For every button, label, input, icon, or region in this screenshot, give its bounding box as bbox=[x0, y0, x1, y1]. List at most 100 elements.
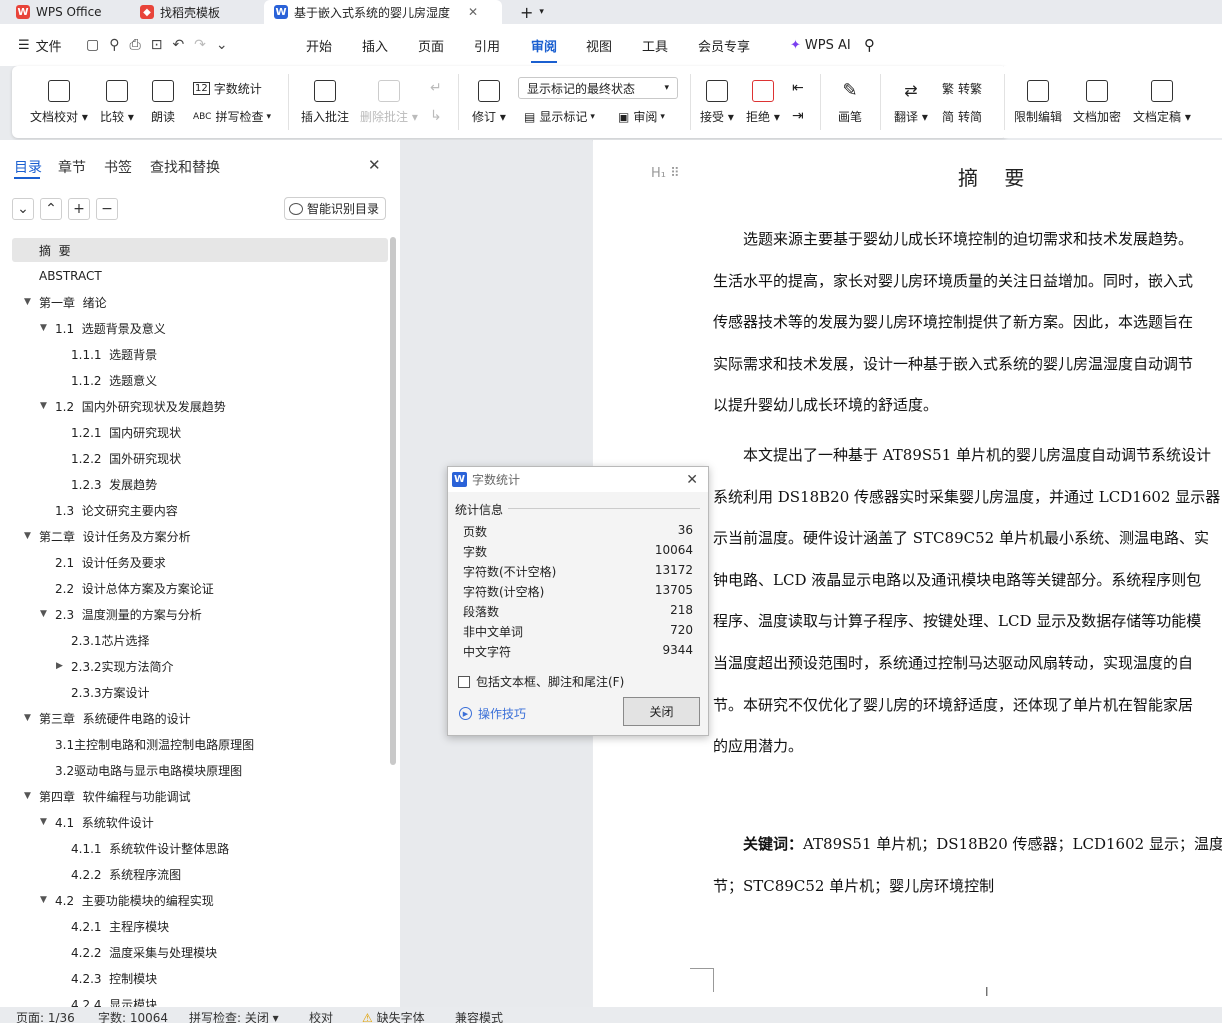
toc-item[interactable]: 4.2.2 系统程序流图 bbox=[12, 862, 388, 886]
accept-button[interactable]: 接受 ▾ bbox=[700, 80, 734, 125]
caret-down-icon[interactable]: ▼ bbox=[40, 895, 47, 905]
delete-comment-button[interactable]: 删除批注 ▾ bbox=[360, 80, 418, 125]
toc-item[interactable]: ▼ 1.2 国内外研究现状及发展趋势 bbox=[12, 394, 388, 418]
tips-link[interactable]: ▶ 操作技巧 bbox=[459, 705, 526, 722]
toc-item[interactable]: ▼ 4.1 系统软件设计 bbox=[12, 810, 388, 834]
undo-icon[interactable]: ↶ bbox=[172, 37, 194, 53]
next-comment-icon[interactable]: ↳ bbox=[430, 108, 442, 124]
toc-item[interactable]: ▼ 4.2 主要功能模块的编程实现 bbox=[12, 888, 388, 912]
redo-icon[interactable]: ↷ bbox=[194, 37, 216, 53]
to-traditional-button[interactable]: 繁 转繁 bbox=[942, 80, 982, 97]
toc-item[interactable]: 2.3.3方案设计 bbox=[12, 680, 388, 704]
status-proof[interactable]: 校对 bbox=[309, 1009, 333, 1023]
menu-insert[interactable]: 插入 bbox=[362, 24, 388, 66]
tab-chapters[interactable]: 章节 bbox=[58, 157, 86, 177]
compare-button[interactable]: 比较 ▾ bbox=[100, 80, 134, 125]
next-change-icon[interactable]: ⇥ bbox=[792, 108, 804, 124]
show-mark-button[interactable]: ▤ 显示标记 ▾ bbox=[524, 108, 595, 125]
caret-right-icon[interactable]: ▶ bbox=[56, 661, 63, 671]
revise-button[interactable]: 修订 ▾ bbox=[472, 80, 506, 125]
toc-item[interactable]: ABSTRACT bbox=[12, 264, 388, 288]
status-page[interactable]: 页面: 1/36 bbox=[16, 1009, 75, 1023]
menu-view[interactable]: 视图 bbox=[586, 24, 612, 66]
chevron-down-icon[interactable]: ⌄ bbox=[216, 37, 238, 53]
toc-item[interactable]: 4.2.1 主程序模块 bbox=[12, 914, 388, 938]
read-aloud-button[interactable]: 朗读 bbox=[151, 80, 175, 125]
pen-button[interactable]: ✎ 画笔 bbox=[838, 80, 862, 125]
toc-item[interactable]: ▼ 2.3 温度测量的方案与分析 bbox=[12, 602, 388, 626]
tab-toc[interactable]: 目录 bbox=[14, 157, 42, 177]
caret-down-icon[interactable]: ▼ bbox=[24, 297, 31, 307]
status-missing-font[interactable]: ⚠ 缺失字体 bbox=[362, 1009, 425, 1023]
remove-heading-button[interactable]: − bbox=[96, 198, 118, 220]
insert-comment-button[interactable]: 插入批注 bbox=[301, 80, 349, 125]
spellcheck-button[interactable]: ABC 拼写检查 ▾ bbox=[193, 108, 271, 125]
toc-item[interactable]: 1.2.3 发展趋势 bbox=[12, 472, 388, 496]
close-button[interactable]: 关闭 bbox=[623, 697, 700, 726]
proofread-button[interactable]: 文档校对 ▾ bbox=[30, 80, 88, 125]
expand-button[interactable]: ⌃ bbox=[40, 198, 62, 220]
new-tab-button[interactable]: + ▾ bbox=[510, 0, 550, 24]
sidebar-scrollbar[interactable] bbox=[390, 237, 396, 765]
toc-item[interactable]: 2.2 设计总体方案及方案论证 bbox=[12, 576, 388, 600]
toc-item[interactable]: 4.2.2 温度采集与处理模块 bbox=[12, 940, 388, 964]
toc-item[interactable]: ▶ 2.3.2实现方法简介 bbox=[12, 654, 388, 678]
preview-icon[interactable]: ⊡ bbox=[151, 37, 173, 53]
menu-start[interactable]: 开始 bbox=[306, 24, 332, 66]
caret-down-icon[interactable]: ▼ bbox=[40, 609, 47, 619]
toc-item[interactable]: ▼ 第一章 绪论 bbox=[12, 290, 388, 314]
toc-item[interactable]: 1.1.1 选题背景 bbox=[12, 342, 388, 366]
prev-change-icon[interactable]: ⇤ bbox=[792, 80, 804, 96]
caret-down-icon[interactable]: ▼ bbox=[40, 323, 47, 333]
menu-member[interactable]: 会员专享 bbox=[698, 24, 750, 66]
caret-down-icon[interactable]: ▼ bbox=[24, 791, 31, 801]
share-icon[interactable]: ⚲ bbox=[109, 37, 129, 53]
menu-reference[interactable]: 引用 bbox=[474, 24, 500, 66]
toc-item[interactable]: 2.3.1芯片选择 bbox=[12, 628, 388, 652]
file-menu[interactable]: ☰ 文件 bbox=[18, 24, 62, 66]
toc-item[interactable]: ▼ 第三章 系统硬件电路的设计 bbox=[12, 706, 388, 730]
toc-item[interactable]: ▼ 第二章 设计任务及方案分析 bbox=[12, 524, 388, 548]
tab-document[interactable]: W 基于嵌入式系统的婴儿房湿度 ✕ bbox=[264, 0, 502, 24]
reject-button[interactable]: 拒绝 ▾ bbox=[746, 80, 780, 125]
menu-tools[interactable]: 工具 bbox=[642, 24, 668, 66]
toc-item[interactable]: 3.2驱动电路与显示电路模块原理图 bbox=[12, 758, 388, 782]
toc-item[interactable]: ▼ 1.1 选题背景及意义 bbox=[12, 316, 388, 340]
toc-item[interactable]: 1.1.2 选题意义 bbox=[12, 368, 388, 392]
toc-item[interactable]: 2.1 设计任务及要求 bbox=[12, 550, 388, 574]
close-icon[interactable]: ✕ bbox=[686, 472, 698, 488]
save-icon[interactable]: ▢ bbox=[86, 37, 109, 53]
status-words[interactable]: 字数: 10064 bbox=[98, 1009, 168, 1023]
toc-item[interactable]: 1.3 论文研究主要内容 bbox=[12, 498, 388, 522]
toc-item[interactable]: 4.2.3 控制模块 bbox=[12, 966, 388, 990]
word-count-button[interactable]: 12 字数统计 bbox=[193, 80, 262, 97]
collapse-all-button[interactable]: ⌄ bbox=[12, 198, 34, 220]
toc-item[interactable]: ▼ 第四章 软件编程与功能调试 bbox=[12, 784, 388, 808]
tab-find-replace[interactable]: 查找和替换 bbox=[150, 157, 220, 177]
smart-toc-button[interactable]: 智能识别目录 bbox=[284, 197, 386, 220]
tab-docer[interactable]: ◆ 找稻壳模板 bbox=[130, 0, 258, 24]
menu-page[interactable]: 页面 bbox=[418, 24, 444, 66]
tab-bookmarks[interactable]: 书签 bbox=[104, 157, 132, 177]
tab-wps-office[interactable]: W WPS Office bbox=[6, 0, 124, 24]
caret-down-icon[interactable]: ▼ bbox=[24, 531, 31, 541]
toc-item[interactable]: 1.2.2 国外研究现状 bbox=[12, 446, 388, 470]
status-spellcheck[interactable]: 拼写检查: 关闭 ▾ bbox=[189, 1009, 279, 1023]
toc-item[interactable]: 4.1.1 系统软件设计整体思路 bbox=[12, 836, 388, 860]
print-icon[interactable]: ⎙ bbox=[130, 37, 151, 53]
add-heading-button[interactable]: + bbox=[68, 198, 90, 220]
caret-down-icon[interactable]: ▼ bbox=[40, 817, 47, 827]
close-icon[interactable]: ✕ bbox=[368, 156, 381, 174]
heading-marker-icon[interactable]: H₁ ⠿ bbox=[651, 166, 680, 181]
checkbox-box[interactable] bbox=[458, 675, 470, 688]
restrict-edit-button[interactable]: 限制编辑 bbox=[1014, 80, 1062, 125]
toc-item[interactable]: 4.2.4 显示模块 bbox=[12, 992, 388, 1008]
display-state-select[interactable]: 显示标记的最终状态 ▾ bbox=[518, 77, 678, 99]
prev-comment-icon[interactable]: ↵ bbox=[430, 80, 442, 96]
toc-item[interactable]: 3.1主控制电路和测温控制电路原理图 bbox=[12, 732, 388, 756]
encrypt-button[interactable]: 文档加密 bbox=[1073, 80, 1121, 125]
caret-down-icon[interactable]: ▼ bbox=[24, 713, 31, 723]
close-icon[interactable]: ✕ bbox=[468, 5, 478, 19]
menu-review[interactable]: 审阅 bbox=[531, 24, 557, 66]
translate-button[interactable]: ⇄ 翻译 ▾ bbox=[894, 80, 928, 125]
